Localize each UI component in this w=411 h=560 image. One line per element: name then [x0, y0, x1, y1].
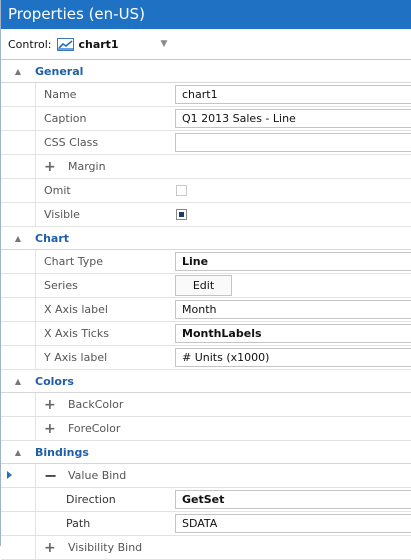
collapse-triangle-icon[interactable]: ▲ — [1, 377, 35, 386]
y-axis-label-field[interactable]: # Units (x1000) — [175, 348, 411, 367]
property-visible-row: Visible — [1, 203, 411, 227]
category-general-label: General — [35, 64, 84, 78]
property-x-axis-label-label: X Axis label — [35, 298, 175, 321]
property-visibility-bind-label: Visibility Bind — [68, 541, 143, 554]
control-dropdown[interactable]: chart1 ▼ — [57, 34, 197, 54]
control-dropdown-value: chart1 — [78, 37, 119, 51]
x-axis-ticks-field[interactable]: MonthLabels — [175, 324, 411, 343]
name-field[interactable]: chart1 — [175, 85, 411, 104]
collapse-minus-icon[interactable]: − — [44, 466, 68, 485]
properties-window: Properties (en-US) Control: chart1 ▼ ▲ G… — [0, 0, 411, 560]
control-label: Control: — [8, 37, 52, 51]
property-forecolor-label: ForeColor — [68, 422, 121, 435]
property-chart-type-label: Chart Type — [35, 250, 175, 273]
selected-row-arrow-icon — [7, 471, 12, 479]
property-x-axis-ticks-row: X Axis Ticks MonthLabels — [1, 322, 411, 346]
property-direction-row: Direction GetSet — [1, 488, 411, 512]
css-class-field[interactable] — [175, 133, 411, 152]
property-y-axis-label-row: Y Axis label # Units (x1000) — [1, 346, 411, 370]
category-general[interactable]: ▲ General — [1, 60, 411, 83]
property-x-axis-ticks-label: X Axis Ticks — [35, 322, 175, 345]
property-backcolor-row[interactable]: + BackColor — [1, 393, 411, 417]
property-visibility-bind-row[interactable]: + Visibility Bind — [1, 536, 411, 560]
property-direction-label: Direction — [35, 488, 175, 511]
series-edit-button[interactable]: Edit — [175, 275, 232, 296]
collapse-triangle-icon[interactable]: ▲ — [1, 234, 35, 243]
category-chart-label: Chart — [35, 231, 70, 245]
expand-plus-icon[interactable]: + — [44, 421, 68, 437]
property-y-axis-label-label: Y Axis label — [35, 346, 175, 369]
property-name-label: Name — [35, 83, 175, 106]
expand-plus-icon[interactable]: + — [44, 397, 68, 413]
visible-checkbox[interactable] — [176, 209, 187, 220]
caption-field[interactable]: Q1 2013 Sales - Line — [175, 109, 411, 128]
category-colors[interactable]: ▲ Colors — [1, 370, 411, 393]
collapse-triangle-icon[interactable]: ▲ — [1, 448, 35, 457]
property-caption-label: Caption — [35, 107, 175, 130]
property-value-bind-row[interactable]: − Value Bind — [1, 464, 411, 488]
property-name-row: Name chart1 — [1, 83, 411, 107]
property-path-row: Path SDATA — [1, 512, 411, 536]
property-grid: ▲ General Name chart1 Caption Q1 2013 Sa… — [1, 60, 411, 560]
property-chart-type-row: Chart Type Line — [1, 250, 411, 274]
line-chart-icon — [57, 37, 75, 51]
x-axis-label-field[interactable]: Month — [175, 300, 411, 319]
expand-plus-icon[interactable]: + — [44, 159, 68, 175]
property-css-class-label: CSS Class — [35, 131, 175, 154]
property-css-class-row: CSS Class — [1, 131, 411, 155]
category-bindings[interactable]: ▲ Bindings — [1, 441, 411, 464]
property-margin-label: Margin — [68, 160, 106, 173]
property-visible-label: Visible — [35, 203, 175, 226]
category-bindings-label: Bindings — [35, 445, 89, 459]
category-chart[interactable]: ▲ Chart — [1, 227, 411, 250]
control-selector-row: Control: chart1 ▼ — [1, 29, 411, 60]
property-series-label: Series — [35, 274, 175, 297]
direction-field[interactable]: GetSet — [175, 490, 411, 509]
property-forecolor-row[interactable]: + ForeColor — [1, 417, 411, 441]
omit-checkbox[interactable] — [176, 185, 187, 196]
path-field[interactable]: SDATA — [175, 514, 411, 533]
property-caption-row: Caption Q1 2013 Sales - Line — [1, 107, 411, 131]
property-omit-row: Omit — [1, 179, 411, 203]
chart-type-field[interactable]: Line — [175, 252, 411, 271]
expand-plus-icon[interactable]: + — [44, 540, 68, 556]
chevron-down-icon[interactable]: ▼ — [161, 39, 168, 49]
category-colors-label: Colors — [35, 374, 74, 388]
property-path-label: Path — [35, 512, 175, 535]
property-margin-row[interactable]: + Margin — [1, 155, 411, 179]
property-omit-label: Omit — [35, 179, 175, 202]
property-backcolor-label: BackColor — [68, 398, 124, 411]
property-x-axis-label-row: X Axis label Month — [1, 298, 411, 322]
property-value-bind-label: Value Bind — [68, 469, 127, 482]
window-title: Properties (en-US) — [1, 0, 411, 29]
collapse-triangle-icon[interactable]: ▲ — [1, 67, 35, 76]
property-series-row: Series Edit — [1, 274, 411, 298]
